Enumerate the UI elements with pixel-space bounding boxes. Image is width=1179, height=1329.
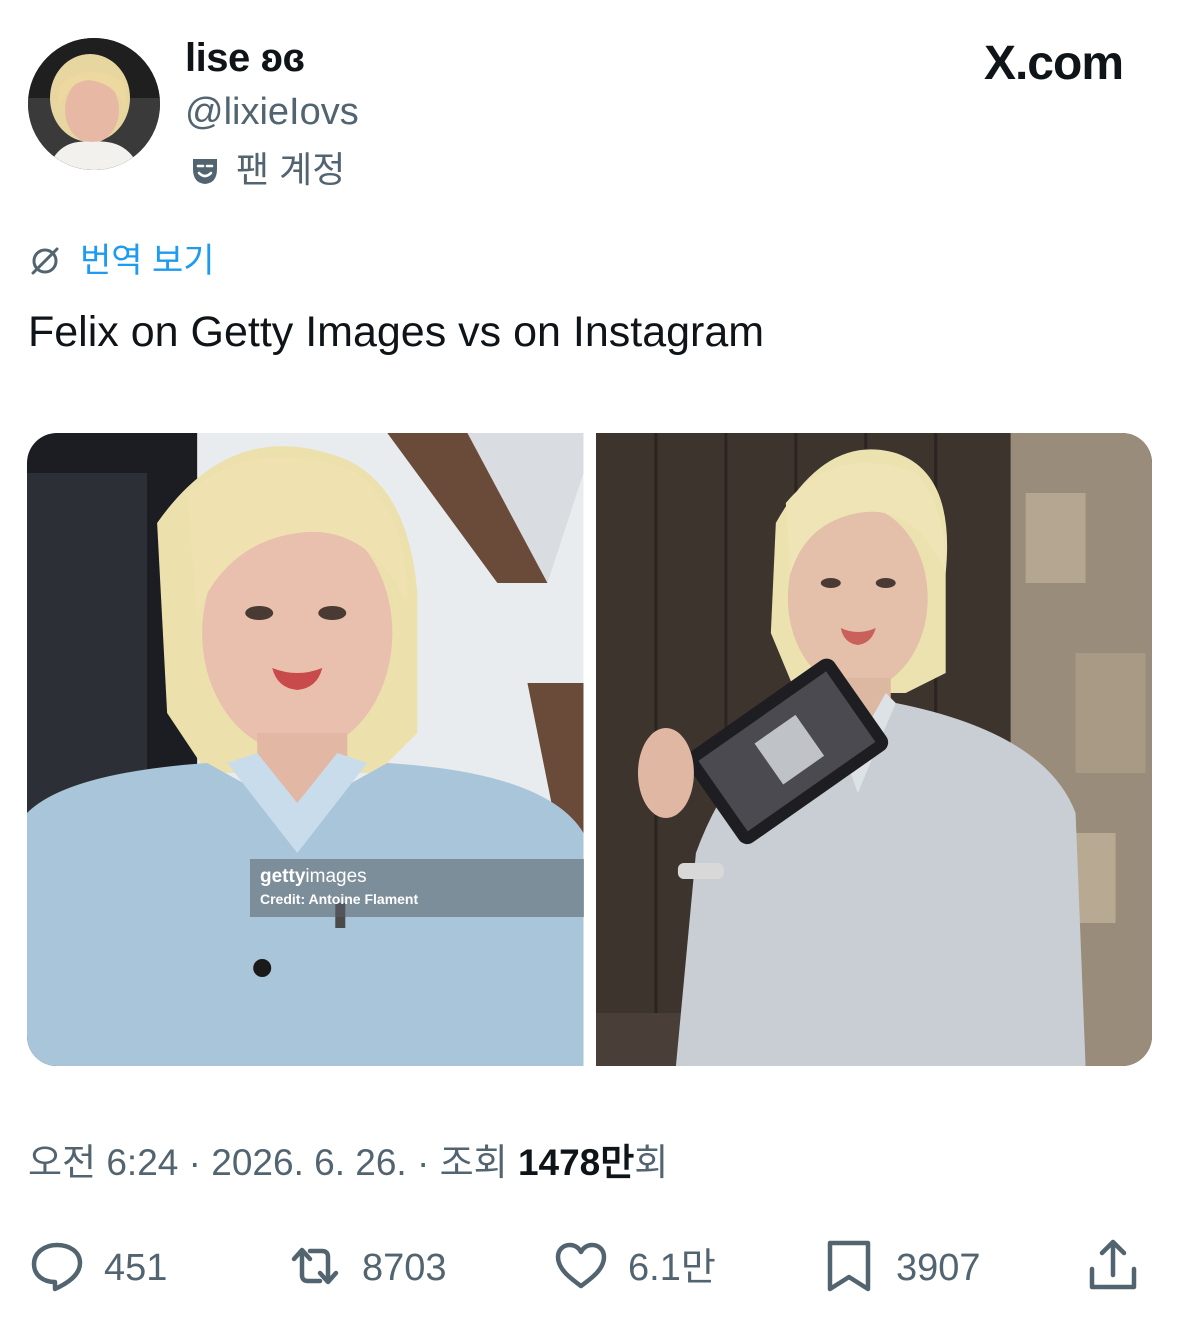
- share-button[interactable]: [1084, 1238, 1142, 1298]
- fan-mask-icon: [188, 153, 222, 187]
- fan-account-label: 팬 계정: [236, 149, 346, 190]
- tweet-meta: 오전 6:24 · 2026. 6. 26. · 조회 1478만회: [28, 1140, 668, 1186]
- repost-count: 8703: [362, 1247, 447, 1289]
- fan-account-badge: 팬 계정: [188, 148, 345, 192]
- repost-button[interactable]: 8703: [286, 1238, 447, 1298]
- tweet-timestamp[interactable]: 오전 6:24 · 2026. 6. 26. · 조회: [28, 1142, 518, 1183]
- repost-icon: [286, 1237, 344, 1300]
- reply-button[interactable]: 451: [28, 1238, 167, 1298]
- getty-photo[interactable]: gettyimages Credit: Antoine Flament: [27, 433, 584, 1066]
- bookmark-count: 3907: [896, 1247, 981, 1289]
- getty-logo: gettyimages: [260, 866, 367, 887]
- brand-watermark: X.com: [983, 37, 1124, 90]
- views-suffix: 회: [634, 1142, 669, 1183]
- like-icon: [552, 1237, 610, 1300]
- getty-watermark: gettyimages Credit: Antoine Flament: [250, 859, 584, 917]
- like-count: 6.1만: [628, 1247, 716, 1289]
- share-icon: [1084, 1237, 1142, 1300]
- views-count: 1478만: [517, 1142, 635, 1183]
- tweet-text: Felix on Getty Images vs on Instagram: [28, 308, 765, 356]
- reply-count: 451: [104, 1247, 168, 1289]
- tweet-media[interactable]: gettyimages Credit: Antoine Flament: [27, 433, 1152, 1066]
- translate-link[interactable]: 번역 보기: [28, 240, 215, 282]
- getty-credit: Credit: Antoine Flament: [260, 891, 419, 907]
- instagram-photo[interactable]: [595, 433, 1152, 1066]
- translate-label[interactable]: 번역 보기: [80, 240, 215, 282]
- reply-icon: [28, 1237, 86, 1300]
- translate-globe-icon: [28, 244, 62, 278]
- user-handle[interactable]: @lixieIovs: [185, 90, 359, 134]
- action-bar: 451 8703 6.1만 3907: [28, 1238, 1148, 1298]
- bookmark-icon: [820, 1237, 878, 1300]
- bookmark-button[interactable]: 3907: [820, 1238, 981, 1298]
- display-name[interactable]: lise ʚɞ: [185, 34, 305, 82]
- like-button[interactable]: 6.1만: [552, 1238, 716, 1298]
- avatar[interactable]: [28, 38, 160, 170]
